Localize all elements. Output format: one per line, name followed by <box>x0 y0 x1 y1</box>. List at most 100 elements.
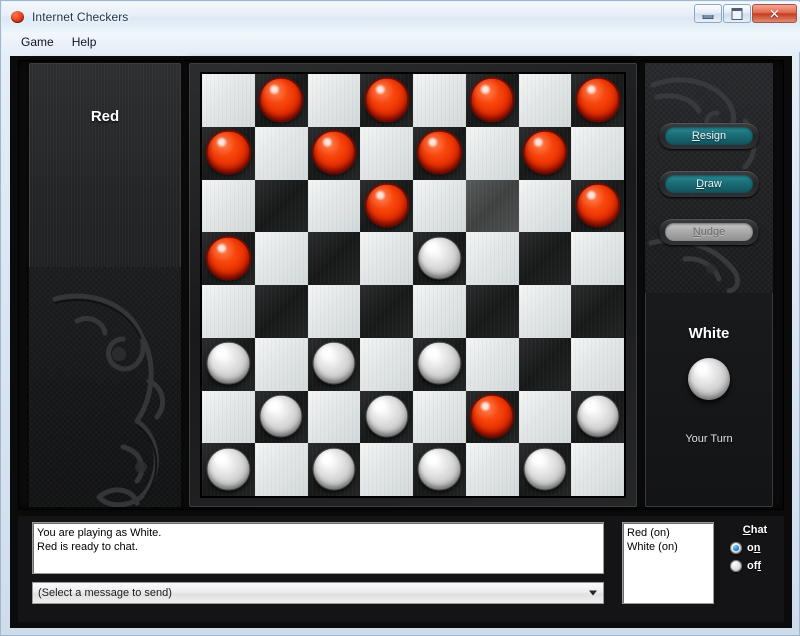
red-checker-piece[interactable] <box>418 131 460 173</box>
board-square-r4c4[interactable] <box>413 285 466 338</box>
close-button[interactable]: ✕ <box>752 4 797 23</box>
board-square-r6c1[interactable] <box>254 390 308 444</box>
board-square-r7c6[interactable] <box>518 443 572 496</box>
red-checker-piece[interactable] <box>366 78 408 121</box>
board-square-r5c2[interactable] <box>307 337 361 391</box>
board-square-r5c0[interactable] <box>202 337 255 391</box>
chat-on-option[interactable]: on <box>726 542 784 554</box>
red-checker-piece[interactable] <box>471 395 513 437</box>
red-checker-piece[interactable] <box>471 78 513 121</box>
red-checker-piece[interactable] <box>577 184 619 226</box>
board-square-r7c5[interactable] <box>465 443 519 496</box>
board-square-r1c1[interactable] <box>254 126 308 180</box>
board-square-r4c7[interactable] <box>571 285 624 338</box>
red-checker-piece[interactable] <box>577 78 619 121</box>
draw-button[interactable]: Draw <box>659 171 759 197</box>
board-square-r6c2[interactable] <box>307 390 361 444</box>
board-square-r0c2[interactable] <box>307 74 361 127</box>
board-square-r6c0[interactable] <box>202 390 255 444</box>
board-square-r3c3[interactable] <box>360 232 413 285</box>
board-square-r5c1[interactable] <box>254 337 308 391</box>
board-square-r7c7[interactable] <box>571 443 624 496</box>
board-square-r4c2[interactable] <box>307 285 361 338</box>
board-square-r1c0[interactable] <box>202 126 255 180</box>
board-square-r4c0[interactable] <box>202 285 255 338</box>
board-square-r0c3[interactable] <box>360 74 413 127</box>
board-square-r1c5[interactable] <box>465 126 519 180</box>
board-square-r2c2[interactable] <box>307 179 361 233</box>
board-square-r3c4[interactable] <box>413 232 466 285</box>
board-square-r2c5[interactable] <box>465 179 519 233</box>
board-square-r5c5[interactable] <box>465 337 519 391</box>
board-square-r2c6[interactable] <box>518 179 572 233</box>
red-checker-piece[interactable] <box>260 78 302 121</box>
red-checker-piece[interactable] <box>524 131 566 173</box>
white-checker-piece[interactable] <box>418 448 460 490</box>
white-checker-piece[interactable] <box>366 395 408 437</box>
board-square-r2c1[interactable] <box>254 179 308 233</box>
board-square-r4c3[interactable] <box>360 285 413 338</box>
board-square-r4c1[interactable] <box>254 285 308 338</box>
board-square-r6c7[interactable] <box>571 390 624 444</box>
white-checker-piece[interactable] <box>418 342 460 384</box>
menu-item-help[interactable]: Help <box>63 33 106 51</box>
board-square-r5c7[interactable] <box>571 337 624 391</box>
board-square-r3c1[interactable] <box>254 232 308 285</box>
board-square-r3c5[interactable] <box>465 232 519 285</box>
red-checker-piece[interactable] <box>366 184 408 226</box>
player-list[interactable]: Red (on) White (on) <box>622 522 714 604</box>
board-square-r7c1[interactable] <box>254 443 308 496</box>
board-square-r5c3[interactable] <box>360 337 413 391</box>
board-square-r1c7[interactable] <box>571 126 624 180</box>
radio-on-icon[interactable] <box>730 542 742 554</box>
board-square-r6c4[interactable] <box>413 390 466 444</box>
board-square-r6c6[interactable] <box>518 390 572 444</box>
board-square-r1c2[interactable] <box>307 126 361 180</box>
maximize-button[interactable] <box>723 4 751 23</box>
white-checker-piece[interactable] <box>260 395 302 437</box>
board-square-r7c4[interactable] <box>413 443 466 496</box>
red-checker-piece[interactable] <box>313 131 355 173</box>
board-square-r0c7[interactable] <box>571 74 624 127</box>
board-square-r0c0[interactable] <box>202 74 255 127</box>
red-checker-piece[interactable] <box>207 237 249 279</box>
white-checker-piece[interactable] <box>313 342 355 384</box>
board-square-r5c6[interactable] <box>518 337 572 391</box>
white-checker-piece[interactable] <box>577 395 619 437</box>
board-square-r7c3[interactable] <box>360 443 413 496</box>
board-square-r0c6[interactable] <box>518 74 572 127</box>
board-square-r3c0[interactable] <box>202 232 255 285</box>
white-checker-piece[interactable] <box>207 342 249 384</box>
board-square-r4c6[interactable] <box>518 285 572 338</box>
radio-off-icon[interactable] <box>730 560 742 572</box>
board-square-r5c4[interactable] <box>413 337 466 391</box>
board-square-r1c4[interactable] <box>413 126 466 180</box>
board-square-r3c2[interactable] <box>307 232 361 285</box>
board-square-r7c2[interactable] <box>307 443 361 496</box>
board-square-r3c7[interactable] <box>571 232 624 285</box>
board-square-r0c1[interactable] <box>254 74 308 127</box>
checkers-board[interactable] <box>202 74 624 496</box>
menu-item-game[interactable]: Game <box>12 33 63 51</box>
board-square-r6c3[interactable] <box>360 390 413 444</box>
board-square-r0c4[interactable] <box>413 74 466 127</box>
chat-off-option[interactable]: off <box>726 560 784 572</box>
board-square-r1c3[interactable] <box>360 126 413 180</box>
white-checker-piece[interactable] <box>207 448 249 490</box>
white-checker-piece[interactable] <box>313 448 355 490</box>
resign-button[interactable]: Resign <box>659 123 759 149</box>
board-square-r3c6[interactable] <box>518 232 572 285</box>
white-checker-piece[interactable] <box>524 448 566 490</box>
board-square-r2c4[interactable] <box>413 179 466 233</box>
board-square-r1c6[interactable] <box>518 126 572 180</box>
minimize-button[interactable] <box>694 4 722 23</box>
board-square-r2c0[interactable] <box>202 179 255 233</box>
board-square-r2c3[interactable] <box>360 179 413 233</box>
board-square-r2c7[interactable] <box>571 179 624 233</box>
board-square-r6c5[interactable] <box>465 390 519 444</box>
message-select[interactable]: (Select a message to send) <box>32 582 604 604</box>
board-square-r4c5[interactable] <box>465 285 519 338</box>
board-square-r7c0[interactable] <box>202 443 255 496</box>
red-checker-piece[interactable] <box>207 131 249 173</box>
board-square-r0c5[interactable] <box>465 74 519 127</box>
